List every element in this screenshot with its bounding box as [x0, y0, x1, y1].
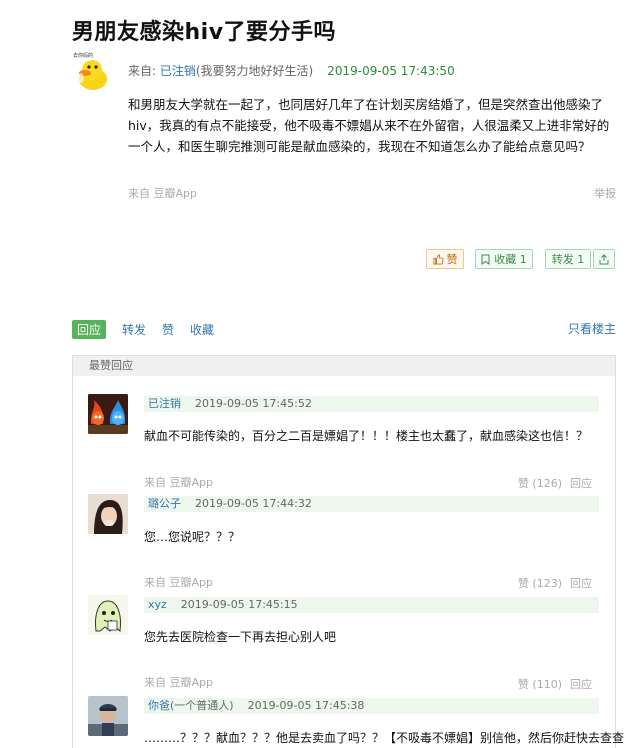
comment-reply-button[interactable]: 回应 — [570, 577, 592, 590]
cartoon-ghost-avatar-icon — [88, 595, 128, 635]
comment-like-button[interactable]: 赞 (110) — [518, 678, 562, 691]
comment-avatar[interactable] — [88, 595, 128, 635]
comment-user-note: (一个普通人) — [170, 699, 234, 712]
comment-tabs: 回应 转发 赞 收藏 — [72, 320, 230, 339]
repost-count: 1 — [577, 252, 585, 266]
repost-button[interactable]: 转发 1 — [545, 249, 591, 269]
hot-comments-title: 最赞回应 — [73, 356, 615, 376]
comment-like-button[interactable]: 赞 (123) — [518, 577, 562, 590]
post-meta: 来自: 已注销(我要努力地好好生活) 2019-09-05 17:43:50 — [128, 62, 455, 79]
collect-label: 收藏 — [494, 253, 517, 266]
comment-source: 来自 豆瓣App — [144, 476, 213, 489]
comment-user[interactable]: 已注销 — [148, 397, 181, 410]
avatar-badge-text: 去你妈的 — [73, 53, 94, 59]
comment-text: 您…您说呢？？？ — [144, 530, 241, 544]
comment-user[interactable]: 璐公子 — [148, 497, 181, 510]
comment-reply-button[interactable]: 回应 — [570, 678, 592, 691]
post-timestamp: 2019-09-05 17:43:50 — [327, 64, 455, 78]
from-label: 来自: — [128, 64, 160, 78]
comment-time: 2019-09-05 17:45:38 — [247, 699, 365, 712]
share-button[interactable] — [593, 249, 615, 269]
comment-text: 献血不可能传染的，百分之二百是嫖娼了！！！楼主也太蠢了，献血感染这也信！？ — [144, 429, 589, 443]
fire-water-avatar-icon — [88, 394, 128, 434]
comment-reply-button[interactable]: 回应 — [570, 477, 592, 490]
tab-collect[interactable]: 收藏 — [190, 321, 214, 338]
comment-header: xyz 2019-09-05 17:45:15 — [144, 597, 599, 613]
like-button[interactable]: 赞 — [426, 249, 464, 269]
collect-button[interactable]: 收藏 1 — [475, 249, 533, 269]
comment-time: 2019-09-05 17:45:15 — [180, 598, 298, 611]
comment-avatar[interactable] — [88, 494, 128, 534]
author-link[interactable]: 已注销 — [160, 64, 196, 78]
comment-actions: 赞 (126) 回应 — [510, 475, 592, 491]
comment-source: 来自 豆瓣App — [144, 676, 213, 689]
share-icon — [599, 253, 609, 264]
comment-header: 你爸(一个普通人) 2019-09-05 17:45:38 — [144, 698, 599, 714]
tab-repost[interactable]: 转发 — [122, 321, 146, 338]
only-op-link[interactable]: 只看楼主 — [568, 320, 616, 337]
post-body: 和男朋友大学就在一起了，也同居好几年了在计划买房结婚了，但是突然查出他感染了hi… — [128, 97, 610, 154]
collect-count: 1 — [519, 252, 527, 266]
comment-header: 已注销 2019-09-05 17:45:52 — [144, 396, 599, 412]
comment-actions: 赞 (110) 回应 — [510, 676, 592, 692]
comment-user[interactable]: xyz — [148, 598, 167, 611]
bookmark-icon — [481, 254, 490, 265]
report-link[interactable]: 举报 — [594, 185, 616, 201]
comment-avatar[interactable] — [88, 696, 128, 736]
comment-user[interactable]: 你爸 — [148, 699, 170, 712]
author-note: (我要努力地好好生活) — [195, 64, 314, 78]
comment-avatar[interactable] — [88, 394, 128, 434]
comment-time: 2019-09-05 17:44:32 — [195, 497, 312, 510]
author-avatar[interactable]: 去你妈的 — [72, 51, 112, 91]
thumb-up-icon — [433, 254, 444, 264]
page-title: 男朋友感染hiv了要分手吗 — [72, 20, 337, 45]
post-source: 来自 豆瓣App — [128, 187, 197, 200]
tab-reply[interactable]: 回应 — [72, 320, 107, 339]
comment-actions: 赞 (123) 回应 — [510, 575, 592, 591]
comment-time: 2019-09-05 17:45:52 — [195, 397, 312, 410]
photo-avatar-icon — [88, 696, 128, 736]
repost-label: 转发 — [551, 253, 574, 266]
comment-text: ………？？？献血？？？他是去卖血了吗？？【不吸毒不嫖娼】别信他，然后你赶快去查查 — [144, 731, 625, 745]
portrait-avatar-icon — [88, 494, 128, 534]
comment-source: 来自 豆瓣App — [144, 576, 213, 589]
comment-text: 您先去医院检查一下再去担心别人吧 — [144, 630, 337, 644]
comment-like-button[interactable]: 赞 (126) — [518, 477, 562, 490]
like-label: 赞 — [446, 253, 458, 266]
comment-header: 璐公子 2019-09-05 17:44:32 — [144, 496, 599, 512]
tab-like[interactable]: 赞 — [162, 321, 174, 338]
